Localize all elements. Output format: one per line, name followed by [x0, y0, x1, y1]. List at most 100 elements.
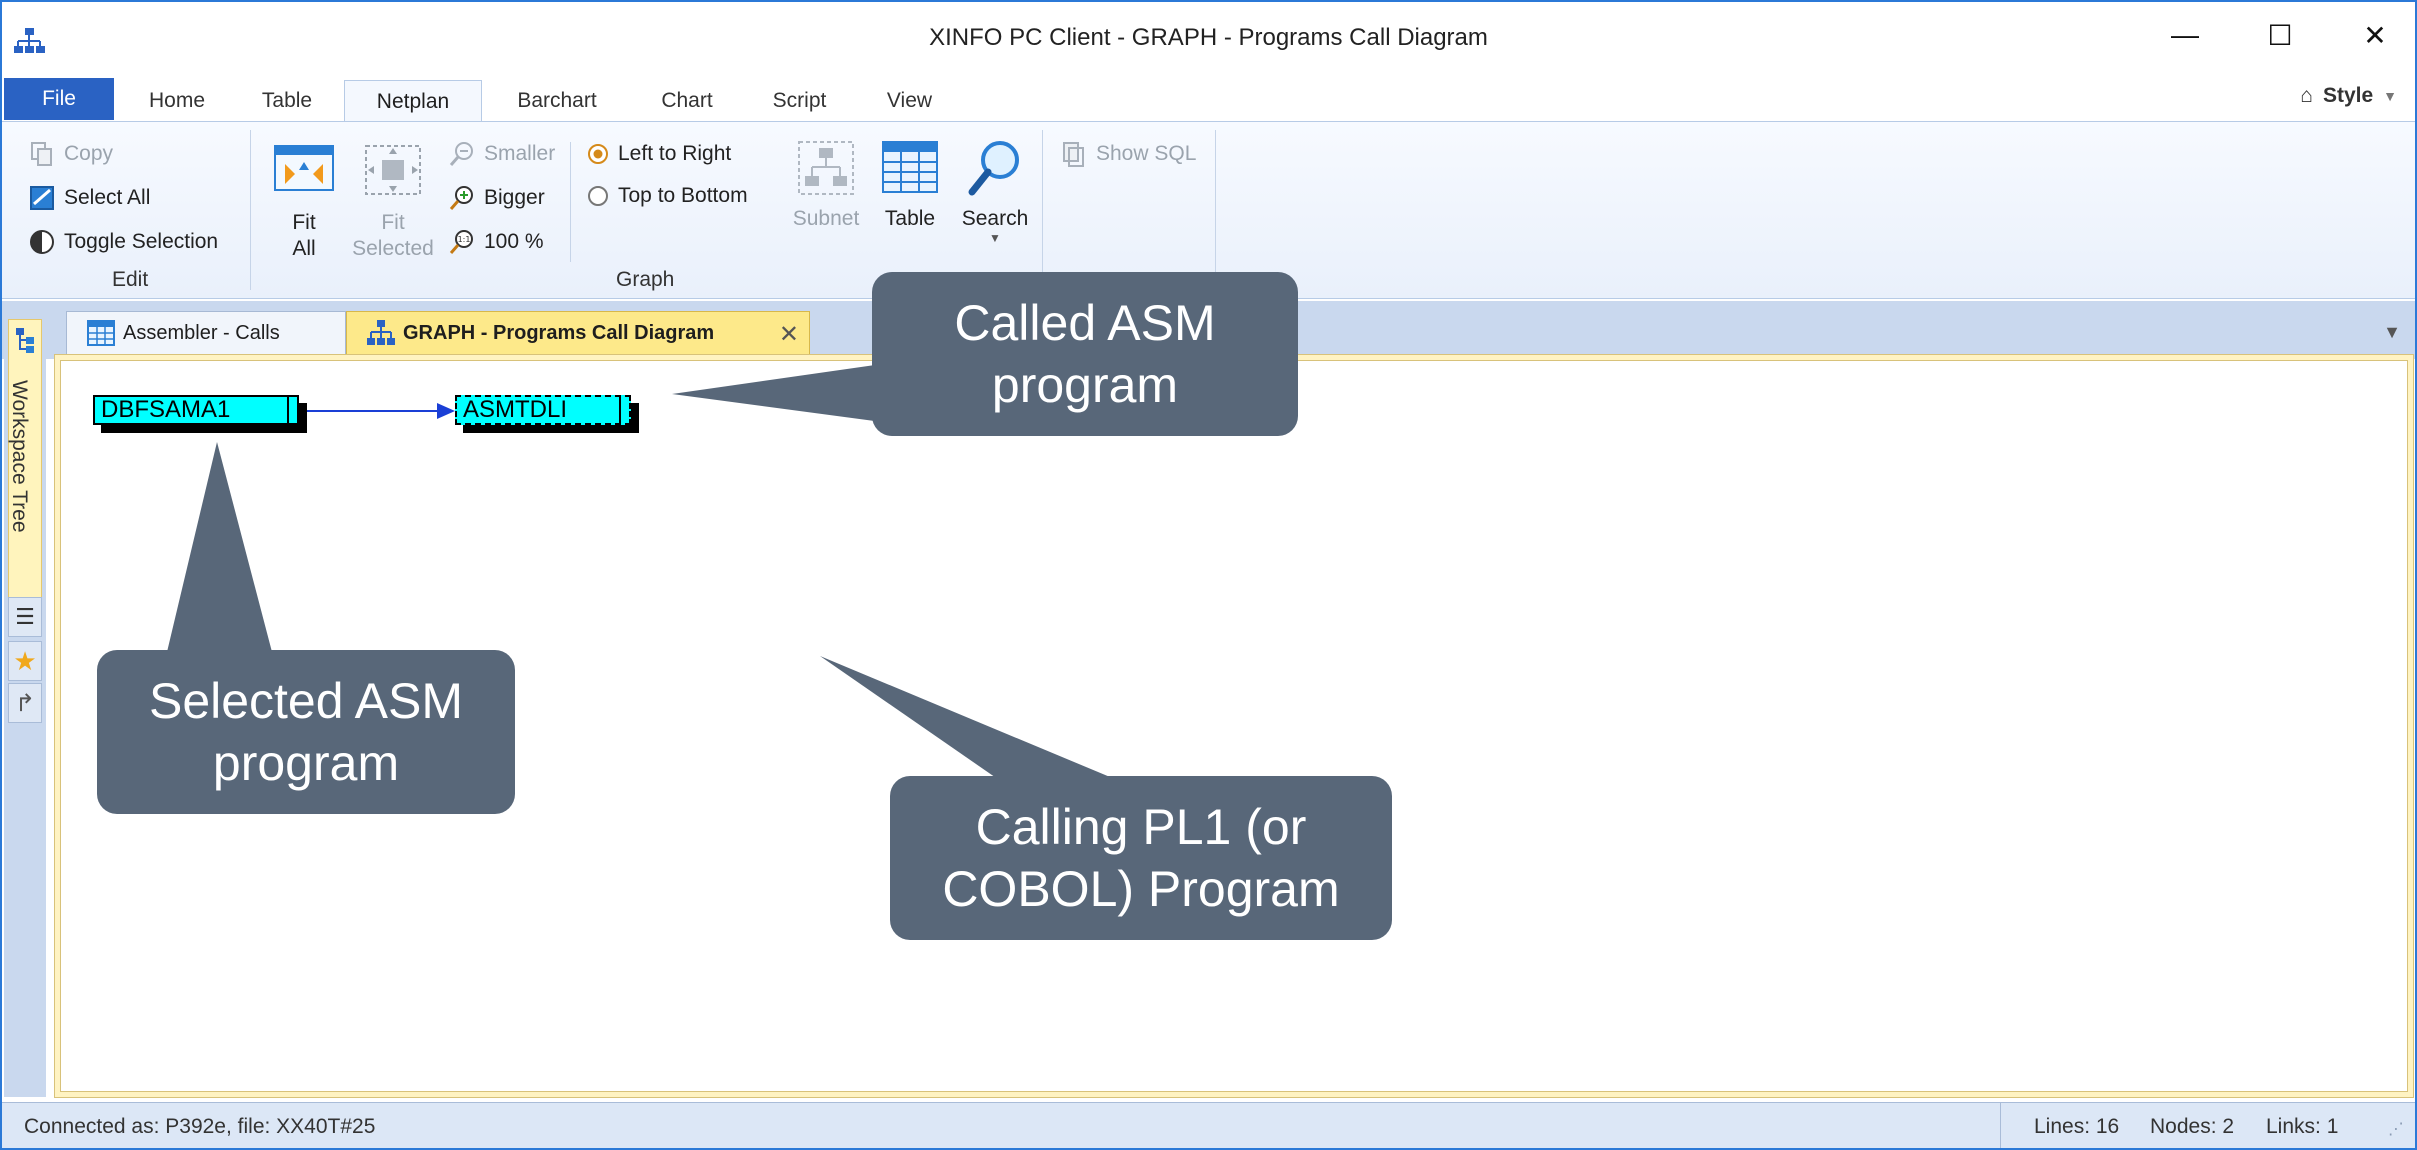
list-icon: ☰: [15, 604, 35, 629]
search-button[interactable]: Search ▼: [952, 136, 1038, 244]
history-pane-button[interactable]: ↱: [8, 683, 42, 723]
copy-icon: [31, 142, 52, 166]
svg-text:1:1: 1:1: [458, 235, 471, 244]
graph-node-asmtdli[interactable]: ASMTDLI: [455, 395, 631, 425]
workspace-tree-pane-tab[interactable]: Workspace Tree: [8, 319, 42, 599]
subnet-icon: [798, 141, 854, 195]
callout-called-line1: Called ASM: [954, 295, 1216, 351]
radio-selected-icon: [588, 144, 608, 164]
fit-selected-button[interactable]: Fit Selected: [350, 140, 436, 262]
fit-all-icon: [274, 145, 334, 191]
status-lines: Lines: 16: [2034, 1115, 2120, 1138]
style-label: Style: [2322, 84, 2374, 107]
list-pane-button[interactable]: ☰: [8, 597, 42, 637]
status-separator: [2000, 1103, 2001, 1148]
fit-selected-label-line1: Fit: [381, 211, 405, 234]
smaller-label: Smaller: [484, 142, 556, 165]
graph-group-label: Graph: [616, 268, 675, 291]
select-all-button[interactable]: Select All: [28, 180, 150, 216]
group-separator: [1042, 130, 1043, 290]
select-all-icon: [30, 186, 54, 210]
callout-calling-line1: Calling PL1 (or: [975, 799, 1307, 855]
group-separator: [250, 130, 251, 290]
table-icon: [87, 320, 115, 346]
left-to-right-label: Left to Right: [618, 142, 732, 165]
tab-list-dropdown-icon[interactable]: ▼: [2383, 322, 2401, 343]
title-bar: XINFO PC Client - GRAPH - Programs Call …: [2, 2, 2415, 76]
close-tab-icon[interactable]: ✕: [779, 320, 799, 349]
toggle-selection-label: Toggle Selection: [64, 230, 219, 253]
group-separator: [1215, 130, 1216, 290]
search-label: Search: [961, 207, 1029, 230]
show-sql-button[interactable]: Show SQL: [1060, 136, 1196, 172]
tab-table[interactable]: Table: [237, 80, 337, 122]
redirect-arrow-icon: ↱: [14, 689, 36, 717]
workspace-tree-label: Workspace Tree: [8, 380, 31, 533]
zoom-actual-icon: 1:1: [449, 230, 473, 254]
status-connection: Connected as: P392e, file: XX40T#25: [24, 1115, 376, 1138]
top-to-bottom-label: Top to Bottom: [618, 184, 748, 207]
node-label: DBFSAMA1: [101, 396, 231, 423]
zoom-100-label: 100 %: [484, 230, 544, 253]
callout-selected-asm: Selected ASM program: [97, 650, 515, 814]
table-button[interactable]: Table: [872, 136, 948, 232]
close-button[interactable]: ✕: [2335, 10, 2415, 60]
tab-netplan[interactable]: Netplan: [344, 80, 482, 122]
collapse-ribbon-icon[interactable]: ⌂: [2300, 84, 2313, 108]
fit-all-button[interactable]: Fit All: [264, 140, 344, 262]
callout-called-asm: Called ASM program: [872, 272, 1298, 436]
callout-selected-line1: Selected ASM: [148, 673, 464, 729]
resize-grip-icon[interactable]: ⋰: [2388, 1119, 2404, 1139]
network-graph-icon: [367, 320, 395, 345]
status-bar: Connected as: P392e, file: XX40T#25 Line…: [2, 1102, 2415, 1148]
status-nodes: Nodes: 2: [2150, 1115, 2235, 1138]
tab-script[interactable]: Script: [752, 80, 847, 122]
app-window: XINFO PC Client - GRAPH - Programs Call …: [0, 0, 2417, 1150]
tab-assembler-calls[interactable]: Assembler - Calls: [66, 311, 346, 355]
graph-edge[interactable]: [301, 391, 461, 431]
fit-selected-icon: [365, 145, 421, 195]
zoom-in-icon: [449, 186, 473, 210]
star-icon: ★: [13, 645, 37, 676]
callout-called-line2: program: [991, 357, 1179, 413]
table-label: Table: [884, 207, 936, 230]
callout-calling-program: Calling PL1 (or COBOL) Program: [890, 776, 1392, 940]
window-title: XINFO PC Client - GRAPH - Programs Call …: [929, 24, 1488, 51]
left-to-right-radio[interactable]: Left to Right: [586, 136, 731, 172]
chevron-down-icon: ▼: [989, 231, 1001, 245]
copy-label: Copy: [64, 142, 114, 165]
tab-barchart[interactable]: Barchart: [497, 80, 617, 122]
bigger-label: Bigger: [484, 186, 545, 209]
radio-unselected-icon: [588, 186, 608, 206]
smaller-button[interactable]: Smaller: [448, 136, 555, 172]
tab-programs-call-diagram[interactable]: GRAPH - Programs Call Diagram ✕: [346, 311, 810, 355]
toggle-selection-button[interactable]: Toggle Selection: [28, 224, 218, 260]
tab-view[interactable]: View: [862, 80, 957, 122]
tab-home[interactable]: Home: [122, 80, 232, 122]
style-menu[interactable]: ⌂ Style ▼: [2300, 84, 2397, 108]
node-label: ASMTDLI: [463, 396, 568, 423]
group-separator: [570, 142, 571, 262]
maximize-button[interactable]: ☐: [2240, 10, 2320, 60]
tree-icon: [16, 328, 34, 353]
graph-node-dbfsama1[interactable]: DBFSAMA1: [93, 395, 299, 425]
status-links: Links: 1: [2266, 1115, 2339, 1138]
zoom-100-button[interactable]: 1:1 100 %: [448, 224, 544, 260]
minimize-button[interactable]: —: [2145, 10, 2225, 60]
copy-button[interactable]: Copy: [28, 136, 113, 172]
search-icon: [968, 141, 1019, 196]
side-rail: Workspace Tree ☰ ★ ↱: [4, 307, 46, 1097]
edit-group-label: Edit: [112, 268, 149, 291]
tab-assembler-calls-label: Assembler - Calls: [123, 321, 280, 344]
favorites-pane-button[interactable]: ★: [8, 641, 42, 681]
chevron-down-icon: ▼: [2383, 88, 2397, 104]
show-sql-label: Show SQL: [1096, 142, 1197, 165]
sql-icon: [1063, 142, 1084, 167]
tab-chart[interactable]: Chart: [632, 80, 742, 122]
bigger-button[interactable]: Bigger: [448, 180, 545, 216]
ribbon-tab-row: File Home Table Netplan Barchart Chart S…: [2, 76, 2415, 122]
subnet-button[interactable]: Subnet: [784, 136, 868, 232]
fit-all-label-line1: Fit: [292, 211, 316, 234]
top-to-bottom-radio[interactable]: Top to Bottom: [586, 178, 748, 214]
tab-file[interactable]: File: [4, 78, 114, 120]
